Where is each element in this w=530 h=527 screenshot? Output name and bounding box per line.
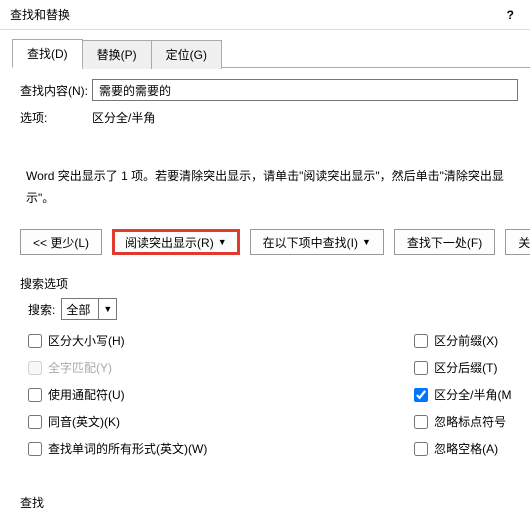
find-row: 查找内容(N): (20, 79, 518, 101)
reading-highlight-button[interactable]: 阅读突出显示(R) ▼ (112, 229, 240, 255)
title-bar: 查找和替换 ? (0, 0, 530, 30)
checkbox-label: 区分全/半角(M (434, 386, 511, 403)
reading-highlight-label: 阅读突出显示(R) (125, 234, 214, 251)
find-label: 查找内容(N): (20, 82, 92, 99)
checkbox-input[interactable] (414, 388, 428, 402)
checkbox-left-0[interactable]: 区分大小写(H) (28, 332, 414, 349)
close-button[interactable]: 关闭 (505, 229, 530, 255)
dialog-title: 查找和替换 (10, 6, 501, 23)
checkbox-input[interactable] (414, 415, 428, 429)
help-button[interactable]: ? (501, 8, 520, 22)
checkbox-label: 使用通配符(U) (48, 386, 125, 403)
checkbox-left-4[interactable]: 查找单词的所有形式(英文)(W) (28, 440, 414, 457)
checkbox-left-3[interactable]: 同音(英文)(K) (28, 413, 414, 430)
options-value: 区分全/半角 (92, 109, 155, 126)
checkbox-input[interactable] (28, 415, 42, 429)
checkbox-label: 查找单词的所有形式(英文)(W) (48, 440, 207, 457)
tab-bar: 查找(D) 替换(P) 定位(G) (12, 38, 518, 67)
search-direction-select[interactable]: 全部 ▼ (61, 298, 117, 320)
tab-find[interactable]: 查找(D) (12, 39, 83, 68)
checkbox-area: 区分大小写(H) 全字匹配(Y) 使用通配符(U) 同音(英文)(K) 查找单词的所有形… (0, 332, 530, 457)
search-direction-label: 搜索: (28, 301, 55, 318)
checkbox-right-1[interactable]: 区分后缀(T) (414, 359, 530, 376)
checkbox-right-0[interactable]: 区分前缀(X) (414, 332, 530, 349)
status-message: Word 突出显示了 1 项。若要清除突出显示，请单击"阅读突出显示"，然后单击… (26, 166, 530, 209)
checkbox-input[interactable] (414, 442, 428, 456)
options-label: 选项: (20, 109, 92, 126)
search-direction-value: 全部 (66, 301, 90, 318)
checkbox-right-2[interactable]: 区分全/半角(M (414, 386, 530, 403)
checkbox-input[interactable] (28, 388, 42, 402)
checkbox-label: 全字匹配(Y) (48, 359, 112, 376)
tab-replace[interactable]: 替换(P) (82, 40, 152, 69)
find-in-button[interactable]: 在以下项中查找(I) ▼ (250, 229, 384, 255)
less-button[interactable]: << 更少(L) (20, 229, 102, 255)
tab-content: 查找内容(N): 选项: 区分全/半角 (0, 67, 530, 126)
checkbox-input[interactable] (28, 442, 42, 456)
checkbox-input (28, 361, 42, 375)
chevron-down-icon: ▼ (218, 237, 227, 247)
search-options-label: 搜索选项 (0, 267, 530, 298)
checkbox-label: 区分大小写(H) (48, 332, 125, 349)
checkbox-left-1: 全字匹配(Y) (28, 359, 414, 376)
checkbox-label: 忽略标点符号 (434, 413, 506, 430)
checkbox-input[interactable] (28, 334, 42, 348)
button-row: << 更少(L) 阅读突出显示(R) ▼ 在以下项中查找(I) ▼ 查找下一处(… (0, 229, 530, 267)
checkbox-input[interactable] (414, 361, 428, 375)
checkbox-label: 同音(英文)(K) (48, 413, 120, 430)
find-replace-dialog: 查找和替换 ? 查找(D) 替换(P) 定位(G) 查找内容(N): 选项: 区… (0, 0, 530, 527)
options-row: 选项: 区分全/半角 (20, 109, 518, 126)
bottom-section: 查找 (12, 494, 44, 511)
checkbox-label: 忽略空格(A) (434, 440, 498, 457)
tab-goto[interactable]: 定位(G) (151, 40, 222, 69)
search-direction-row: 搜索: 全部 ▼ (0, 298, 530, 332)
find-next-button[interactable]: 查找下一处(F) (394, 229, 495, 255)
checkbox-label: 区分后缀(T) (434, 359, 497, 376)
checkbox-right-4[interactable]: 忽略空格(A) (414, 440, 530, 457)
checkbox-input[interactable] (414, 334, 428, 348)
find-input[interactable] (92, 79, 518, 101)
bottom-label: 查找 (12, 496, 44, 510)
find-in-label: 在以下项中查找(I) (263, 234, 358, 251)
chevron-down-icon: ▼ (362, 237, 371, 247)
checkbox-left-2[interactable]: 使用通配符(U) (28, 386, 414, 403)
checkbox-right-3[interactable]: 忽略标点符号 (414, 413, 530, 430)
checkbox-label: 区分前缀(X) (434, 332, 498, 349)
chevron-down-icon: ▼ (98, 299, 112, 319)
